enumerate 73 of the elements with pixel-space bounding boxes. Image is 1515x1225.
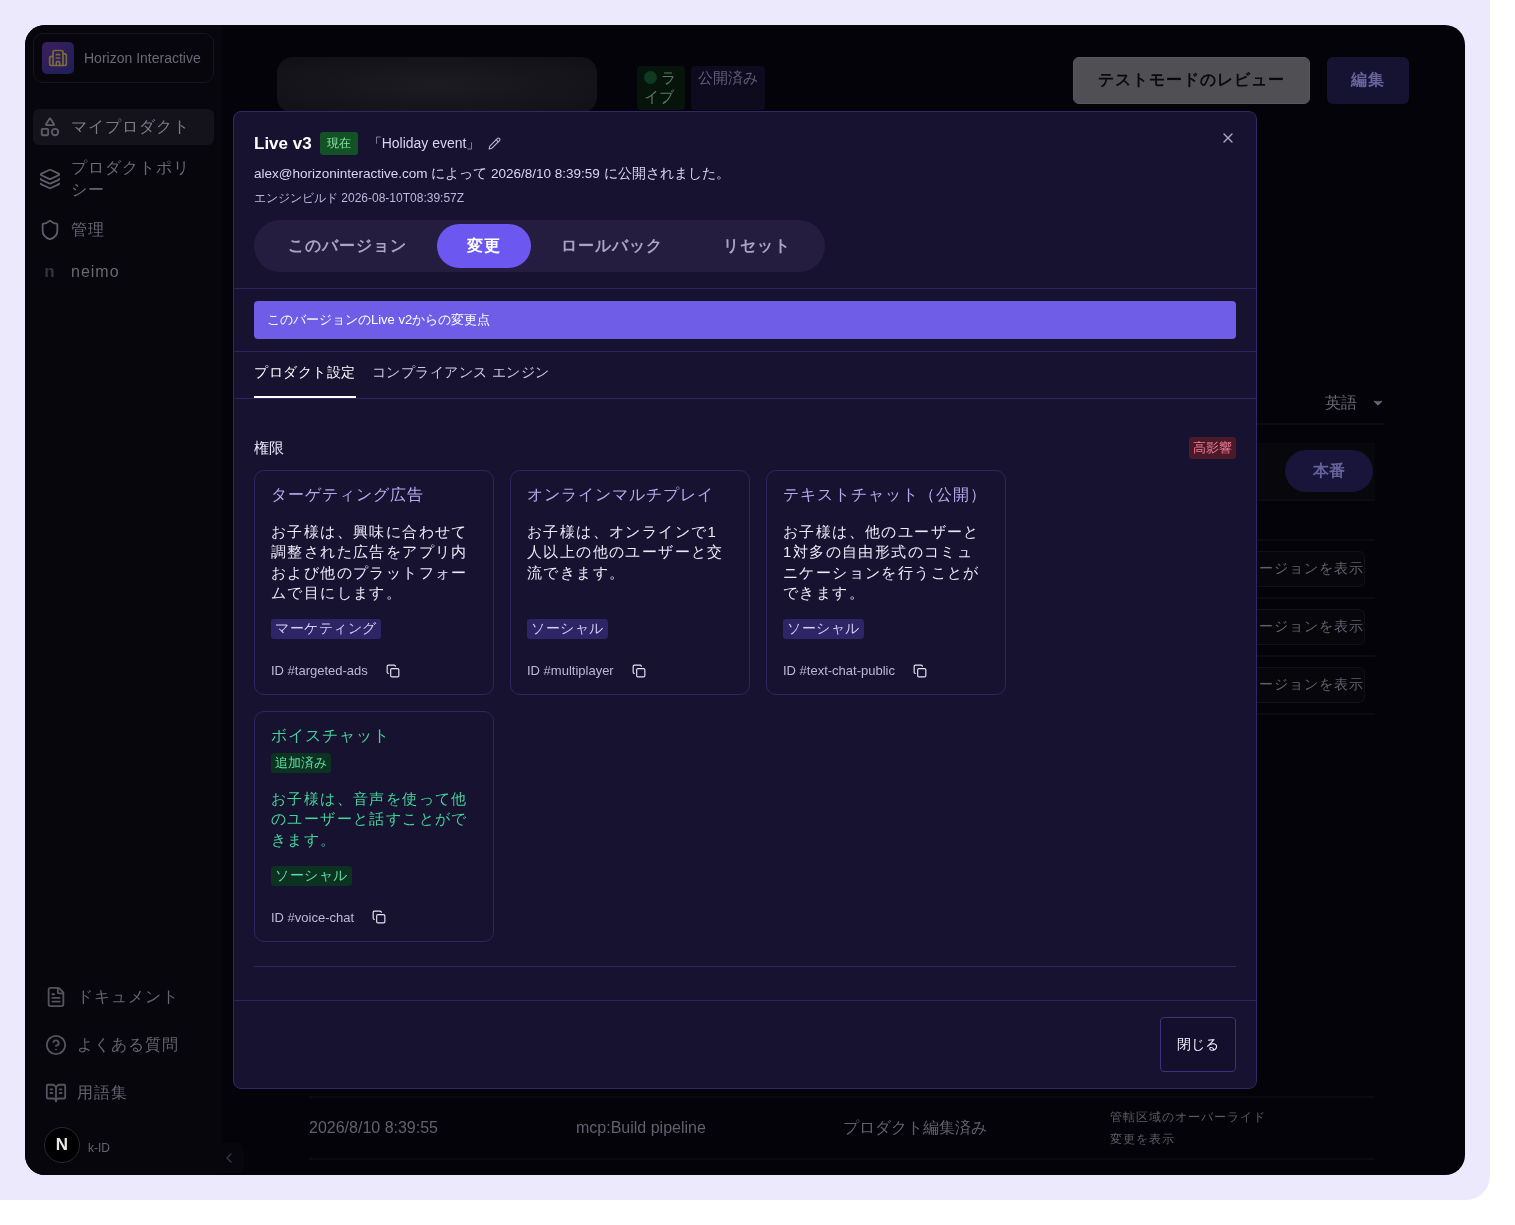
review-button[interactable]: テストモードのレビュー: [1073, 57, 1310, 104]
building-icon: [42, 42, 74, 74]
copy-icon[interactable]: [631, 663, 646, 678]
change-banner: このバージョンのLive v2からの変更点: [254, 301, 1236, 339]
segment-tab[interactable]: 変更: [437, 224, 531, 268]
document-icon: [45, 986, 67, 1008]
footer-link[interactable]: 用語集: [33, 1069, 214, 1117]
footer-link[interactable]: ドキュメント: [33, 973, 214, 1021]
nav-item[interactable]: プロダクトポリシー: [33, 151, 214, 207]
shield-icon: [39, 219, 61, 242]
view-version-button[interactable]: ージョンを表示: [1257, 609, 1365, 645]
view-changes-link[interactable]: 変更を表示: [1110, 1130, 1375, 1148]
nav-label: マイプロダクト: [71, 117, 190, 138]
card-description: お子様は、興味に合わせて調整された広告をアプリ内および他のプラットフォームで目にします。: [271, 522, 469, 603]
history-note: 管轄区域のオーバーライド: [1110, 1108, 1267, 1126]
nav-label: 管理: [71, 220, 105, 241]
avatar[interactable]: N: [44, 1127, 80, 1163]
permission-id: ID #voice-chat: [271, 909, 355, 925]
footer-link-label: 用語集: [77, 1082, 128, 1103]
permission-id: ID #targeted-ads: [271, 663, 368, 678]
nav-label: プロダクトポリシー: [71, 158, 191, 200]
nav-label: neimo: [71, 262, 120, 283]
edit-button[interactable]: 編集: [1327, 57, 1409, 104]
impact-badge: 高影響: [1189, 437, 1236, 459]
view-version-button[interactable]: ージョンを表示: [1257, 551, 1365, 587]
copy-icon[interactable]: [385, 663, 400, 678]
card-description: お子様は、音声を使って他のユーザーと話すことができます。: [271, 789, 469, 850]
history-action: プロダクト編集済み: [843, 1117, 988, 1138]
card-title: ボイスチャット: [271, 726, 391, 746]
edit-icon[interactable]: [488, 137, 502, 150]
status-badge: 公開済み: [691, 66, 765, 110]
current-badge: 現在: [319, 132, 358, 155]
history-actor: mcp:Build pipeline: [576, 1119, 707, 1137]
history-time: 2026/8/10 8:39:55: [309, 1119, 439, 1137]
close-dialog-button[interactable]: 閉じる: [1160, 1017, 1236, 1072]
book-icon: [45, 1082, 67, 1104]
footer-link[interactable]: よくある質問: [33, 1021, 214, 1069]
event-name: 「Holiday event」: [367, 134, 481, 153]
footer-link-label: よくある質問: [77, 1034, 179, 1055]
nav-item[interactable]: マイプロダクト: [33, 109, 214, 145]
card-description: お子様は、他のユーザーと1対多の自由形式のコミュニケーションを行うことができます。: [783, 522, 981, 603]
card-title: オンラインマルチプレイ: [527, 485, 715, 505]
card-title: ターゲティング広告: [271, 485, 425, 505]
copy-icon[interactable]: [372, 910, 387, 925]
shapes-icon: [39, 116, 61, 138]
permission-id: ID #multiplayer: [527, 663, 614, 678]
help-icon: [45, 1034, 67, 1056]
published-info: alex@horizoninteractive.com によって 2026/8/10 8:39:59 に公開されました。: [254, 165, 731, 183]
category-tag: ソーシャル: [783, 619, 864, 639]
category-tag: マーケティング: [271, 619, 381, 639]
view-version-button[interactable]: ージョンを表示: [1257, 667, 1365, 703]
engine-build: エンジンビルド 2026-08-10T08:39:57Z: [254, 190, 466, 207]
copy-icon[interactable]: [913, 663, 927, 678]
card-title: テキストチャット（公開）: [783, 485, 988, 505]
section-title: 権限: [254, 438, 284, 458]
footer-link-label: ドキュメント: [77, 986, 179, 1007]
category-tag: ソーシャル: [271, 865, 352, 886]
category-tag: ソーシャル: [527, 619, 608, 639]
segment-tab[interactable]: このバージョン: [258, 224, 437, 268]
card-description: お子様は、オンラインで1人以上の他のユーザーと交流できます。: [527, 522, 725, 583]
layers-icon: [39, 167, 61, 190]
segment-tab[interactable]: ロールバック: [531, 224, 693, 268]
account-name: k-ID: [88, 1141, 110, 1155]
sub-tab[interactable]: プロダクト設定: [254, 352, 356, 398]
sub-tab[interactable]: コンプライアンス エンジン: [371, 352, 550, 398]
nav-item[interactable]: 管理: [33, 212, 214, 249]
environment-pill[interactable]: 本番: [1285, 450, 1373, 492]
added-badge: 追加済み: [271, 753, 331, 773]
permission-id: ID #text-chat-public: [783, 663, 895, 678]
dialog-title: Live v3: [254, 133, 312, 154]
segment-tab[interactable]: リセット: [693, 224, 821, 268]
status-badge: ライブ: [637, 66, 685, 110]
workspace-switcher[interactable]: Horizon Interactive: [33, 33, 214, 83]
